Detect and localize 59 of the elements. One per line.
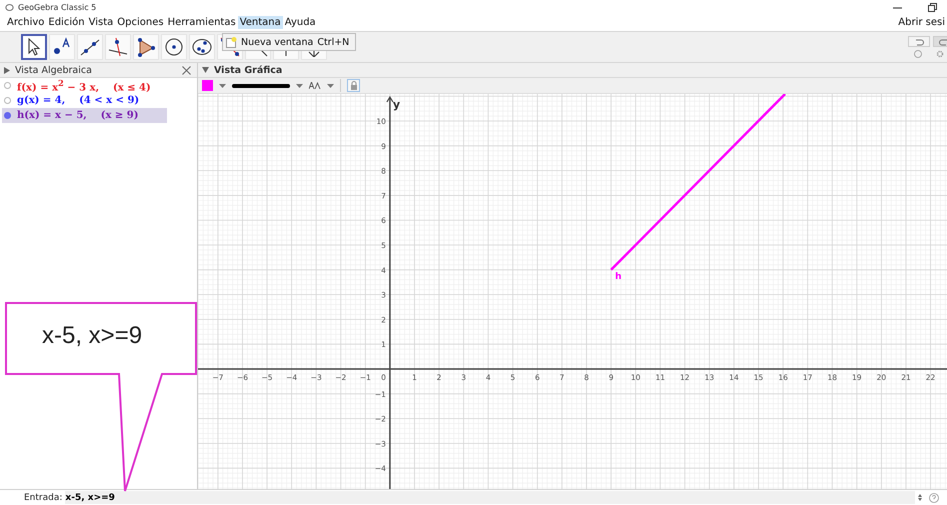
visibility-toggle[interactable] [4, 97, 11, 104]
triangle-icon [135, 36, 157, 58]
circle-tool-button[interactable] [161, 34, 187, 60]
undo-button[interactable] [908, 36, 930, 47]
restore-icon[interactable] [928, 2, 937, 12]
close-button[interactable] [180, 64, 193, 76]
line-tool-button[interactable] [77, 34, 103, 60]
polygon-tool-button[interactable] [133, 34, 159, 60]
menu-item[interactable]: Ventana [238, 16, 283, 29]
lock-icon [350, 81, 358, 90]
algebra-row[interactable]: h(x) = x − 5, (x ≥ 9) [2, 108, 167, 123]
menu-item[interactable]: Edición [46, 16, 87, 29]
menu-item[interactable]: Opciones [115, 16, 166, 29]
point-tool-button[interactable] [49, 34, 75, 60]
perpendicular-tool-button[interactable] [105, 34, 131, 60]
perpendicular-lines-icon [107, 36, 129, 58]
arrow-down-icon [307, 50, 321, 56]
triangle-down-icon[interactable] [202, 67, 209, 73]
panel-title: Vista Gráfica [214, 64, 282, 76]
function-definition: h(x) = x − 5, (x ≥ 9) [17, 110, 138, 121]
circle-icon [163, 36, 185, 58]
new-window-menu-item[interactable]: Nueva ventana [241, 36, 314, 48]
sign-in-link[interactable]: Abrir sesi [898, 17, 945, 28]
conic-tool-button[interactable] [189, 34, 215, 60]
updown-arrows-icon[interactable] [918, 494, 922, 501]
redo-icon [939, 38, 947, 46]
caret-icon[interactable] [296, 84, 303, 88]
move-tool-button[interactable] [21, 34, 47, 60]
text-size-icon[interactable] [309, 82, 321, 89]
caret-icon[interactable] [327, 84, 334, 88]
caret-icon[interactable] [219, 84, 226, 88]
window-icon [226, 36, 237, 48]
axis-label: y [392, 98, 400, 111]
graph-label: h [615, 272, 622, 282]
menu-item[interactable]: Archivo [5, 16, 46, 29]
algebra-row[interactable]: g(x) = 4, (4 < x < 9) [2, 93, 167, 108]
close-icon [182, 66, 191, 74]
shortcut-text: Ctrl+N [317, 36, 350, 48]
triangle-right-icon[interactable] [4, 66, 10, 74]
undo-icon [914, 38, 924, 46]
menu-item[interactable]: Herramientas [166, 16, 238, 29]
panel-title: Vista Algebraica [15, 64, 92, 76]
visibility-toggle[interactable] [4, 112, 11, 119]
visibility-toggle[interactable] [4, 82, 11, 89]
callout-text: x-5, x>=9 [42, 322, 142, 350]
ellipse-icon [191, 36, 213, 58]
algebra-row[interactable]: f(x) = x$^{2}$ − 3 x, (x ≤ 4) [2, 78, 167, 93]
menu-item[interactable]: Vista [86, 16, 116, 29]
app-logo-icon [5, 2, 14, 12]
color-swatch[interactable] [202, 80, 213, 91]
input-field[interactable]: x-5, x>=9 [65, 491, 915, 504]
help-icon[interactable] [929, 492, 939, 502]
function-definition: f(x) = x$^{2}$ − 3 x, (x ≤ 4) [17, 78, 151, 94]
input-label: Entrada: [24, 492, 62, 502]
function-definition: g(x) = 4, (4 < x < 9) [17, 95, 140, 106]
window-title: GeoGebra Classic 5 [18, 2, 96, 12]
menu-item[interactable]: Ayuda [282, 16, 318, 29]
lock-button[interactable] [347, 79, 360, 92]
line-style-icon[interactable] [232, 84, 290, 88]
